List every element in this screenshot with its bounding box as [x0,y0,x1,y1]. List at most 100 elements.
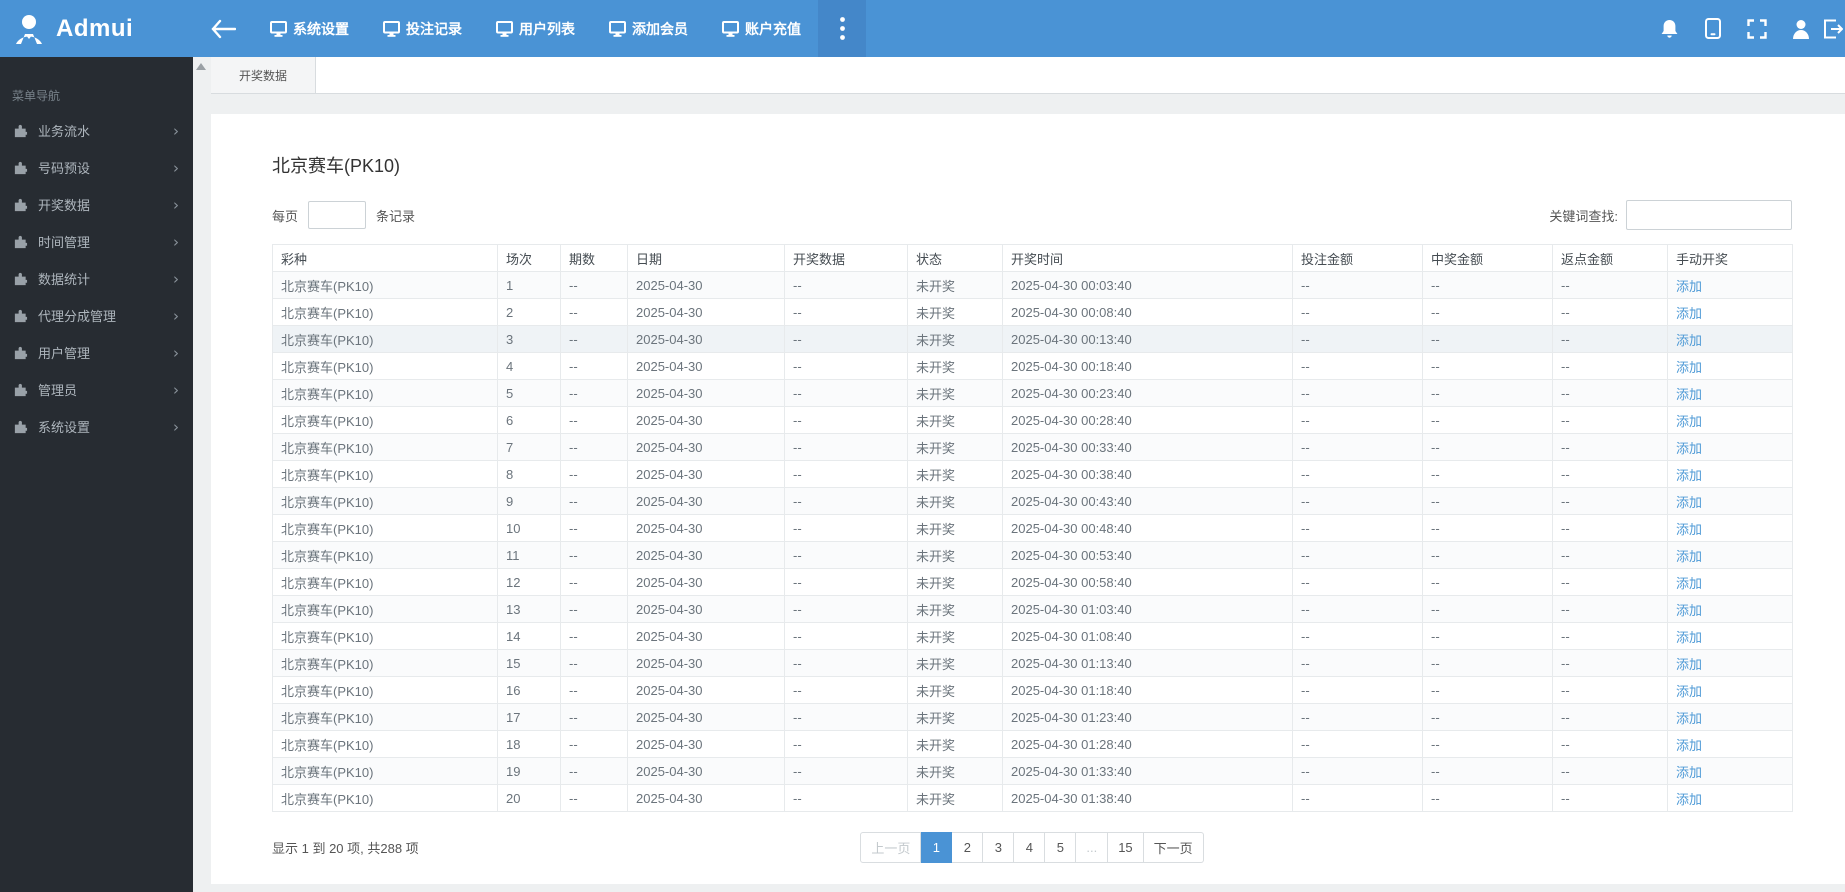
cell-action: 添加 [1667,757,1793,785]
add-draw-link[interactable]: 添加 [1676,306,1702,321]
cell-date: 2025-04-30 [627,730,785,758]
cell-bet-amount: -- [1292,568,1423,596]
pagination-prev-button[interactable]: 上一页 [860,832,922,863]
nav-item-4[interactable]: 添加会员 [592,0,705,57]
brand-logo[interactable]: Admui [0,0,193,57]
nav-item-1[interactable]: 系统设置 [253,0,366,57]
add-draw-link[interactable]: 添加 [1676,603,1702,618]
back-arrow-button[interactable] [193,0,253,57]
pagination-page-5[interactable]: 5 [1045,832,1077,863]
column-header-draw-data: 开奖数据 [784,244,908,272]
table-row: 北京赛车(PK10) 9 -- 2025-04-30 -- 未开奖 2025-04-30 0… [272,487,1793,515]
add-draw-link[interactable]: 添加 [1676,657,1702,672]
cell-session: 10 [497,514,561,542]
pagination-ellipsis[interactable]: ... [1076,832,1109,863]
cell-rebate-amount: -- [1552,433,1668,461]
cell-bet-amount: -- [1292,514,1423,542]
logout-button[interactable] [1823,0,1845,57]
cell-draw-time: 2025-04-30 00:48:40 [1002,514,1293,542]
sidebar-item-1[interactable]: 业务流水 › [0,112,193,149]
add-draw-link[interactable]: 添加 [1676,765,1702,780]
add-draw-link[interactable]: 添加 [1676,684,1702,699]
cell-bet-amount: -- [1292,541,1423,569]
nav-item-2[interactable]: 投注记录 [366,0,479,57]
cell-action: 添加 [1667,730,1793,758]
cell-draw-data: -- [784,271,908,299]
cell-lottery: 北京赛车(PK10) [272,676,498,704]
navbar-spacer [866,0,1647,57]
sidebar-item-8[interactable]: 管理员 › [0,371,193,408]
add-draw-link[interactable]: 添加 [1676,576,1702,591]
sidebar-item-6[interactable]: 代理分成管理 › [0,297,193,334]
tab-draw-data[interactable]: 开奖数据 [211,57,317,93]
profile-button[interactable] [1779,0,1823,57]
sidebar-item-label: 业务流水 [38,124,91,139]
add-draw-link[interactable]: 添加 [1676,738,1702,753]
add-draw-link[interactable]: 添加 [1676,711,1702,726]
cell-action: 添加 [1667,325,1793,353]
per-page-input[interactable] [308,201,367,229]
pagination-next-button[interactable]: 下一页 [1143,832,1204,863]
cell-action: 添加 [1667,433,1793,461]
content-gap [211,94,1845,114]
notifications-button[interactable] [1647,0,1691,57]
pagination-page-1[interactable]: 1 [921,832,953,863]
cell-status: 未开奖 [907,298,1003,326]
pagination-page-2[interactable]: 2 [952,832,984,863]
table-row: 北京赛车(PK10) 2 -- 2025-04-30 -- 未开奖 2025-04-30 0… [272,298,1793,326]
cell-lottery: 北京赛车(PK10) [272,568,498,596]
nav-item-3[interactable]: 用户列表 [479,0,592,57]
keyword-search-label: 关键词查找: [1549,208,1618,224]
cell-action: 添加 [1667,703,1793,731]
pagination-page-15[interactable]: 15 [1108,832,1144,863]
add-draw-link[interactable]: 添加 [1676,792,1702,807]
column-header-date: 日期 [627,244,785,272]
nav-item-5[interactable]: 账户充值 [705,0,818,57]
add-draw-link[interactable]: 添加 [1676,414,1702,429]
cell-date: 2025-04-30 [627,298,785,326]
add-draw-link[interactable]: 添加 [1676,495,1702,510]
cell-status: 未开奖 [907,784,1003,812]
fullscreen-button[interactable] [1735,0,1779,57]
table-row: 北京赛车(PK10) 19 -- 2025-04-30 -- 未开奖 2025-04-30 … [272,757,1793,785]
sidebar-item-9[interactable]: 系统设置 › [0,408,193,445]
table-row: 北京赛车(PK10) 18 -- 2025-04-30 -- 未开奖 2025-04-30 … [272,730,1793,758]
add-draw-link[interactable]: 添加 [1676,549,1702,564]
cell-lottery: 北京赛车(PK10) [272,406,498,434]
sidebar-item-2[interactable]: 号码预设 › [0,149,193,186]
cell-action: 添加 [1667,541,1793,569]
user-icon [1793,19,1809,39]
sidebar-item-3[interactable]: 开奖数据 › [0,186,193,223]
cell-rebate-amount: -- [1552,649,1668,677]
collapse-triangle-icon[interactable] [196,63,206,70]
cell-status: 未开奖 [907,271,1003,299]
cell-date: 2025-04-30 [627,487,785,515]
pagination-page-4[interactable]: 4 [1014,832,1046,863]
add-draw-link[interactable]: 添加 [1676,441,1702,456]
add-draw-link[interactable]: 添加 [1676,360,1702,375]
add-draw-link[interactable]: 添加 [1676,630,1702,645]
mobile-view-button[interactable] [1691,0,1735,57]
cell-date: 2025-04-30 [627,460,785,488]
add-draw-link[interactable]: 添加 [1676,333,1702,348]
vertical-dots-icon [839,17,845,40]
draw-data-table: 彩种 场次 期数 日期 开奖数据 状态 开奖时间 投注金额 中奖金额 返点金额 手动开奖 北京赛车(… [272,244,1793,812]
table-row: 北京赛车(PK10) 20 -- 2025-04-30 -- 未开奖 2025-04-30 … [272,784,1793,812]
sidebar-item-4[interactable]: 时间管理 › [0,223,193,260]
add-draw-link[interactable]: 添加 [1676,279,1702,294]
cell-date: 2025-04-30 [627,703,785,731]
cell-action: 添加 [1667,514,1793,542]
content-area: 开奖数据 北京赛车(PK10) 每页 条记录 关键词查找: 彩种 场次 期数 日… [193,57,1845,892]
sidebar-item-label: 号码预设 [38,161,91,176]
more-menu-button[interactable] [818,0,866,57]
pagination-page-3[interactable]: 3 [983,832,1015,863]
sidebar-item-7[interactable]: 用户管理 › [0,334,193,371]
sidebar-item-label: 时间管理 [38,235,91,250]
cell-draw-time: 2025-04-30 00:53:40 [1002,541,1293,569]
keyword-search-input[interactable] [1626,200,1792,230]
add-draw-link[interactable]: 添加 [1676,522,1702,537]
cell-issue: -- [560,325,628,353]
add-draw-link[interactable]: 添加 [1676,387,1702,402]
add-draw-link[interactable]: 添加 [1676,468,1702,483]
sidebar-item-5[interactable]: 数据统计 › [0,260,193,297]
